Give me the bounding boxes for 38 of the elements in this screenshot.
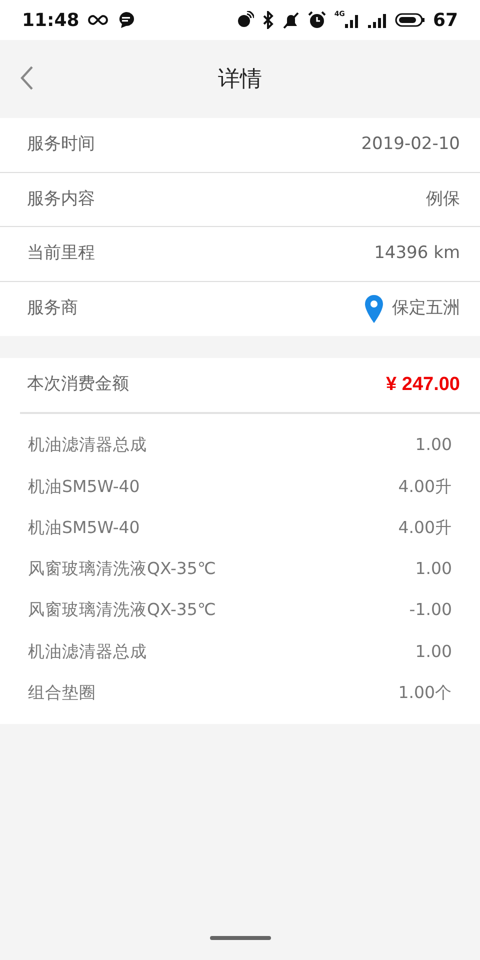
item-quantity: 1.00 <box>415 434 452 456</box>
field-value: 14396 km <box>374 242 460 265</box>
item-name: 机油滤清器总成 <box>28 434 147 456</box>
bell-off-icon <box>282 11 300 29</box>
field-label: 当前里程 <box>27 242 95 265</box>
item-name: 风窗玻璃清洗液QX-35℃ <box>28 599 216 622</box>
item-quantity: 4.00升 <box>398 476 452 498</box>
item-quantity: -1.00 <box>409 599 452 622</box>
battery-level: 67 <box>432 8 458 32</box>
status-time: 11:48 <box>22 8 80 32</box>
back-icon[interactable] <box>20 66 34 90</box>
item-quantity: 4.00升 <box>398 516 452 539</box>
item-quantity: 1.00 <box>415 558 452 580</box>
field-value: 保定五洲 <box>392 297 460 320</box>
field-label: 服务时间 <box>27 133 95 156</box>
page-title: 详情 <box>218 66 262 94</box>
bluetooth-icon <box>262 11 274 29</box>
field-label: 服务内容 <box>27 188 95 210</box>
total-amount: ¥ 247.00 <box>386 372 460 397</box>
home-indicator <box>210 936 271 940</box>
item-name: 机油滤清器总成 <box>28 640 147 663</box>
alarm-clock-icon <box>308 11 326 29</box>
infinity-icon <box>87 14 110 26</box>
signal-icon <box>366 11 387 29</box>
field-value: 2019-02-10 <box>361 133 460 156</box>
item-name: 风窗玻璃清洗液QX-35℃ <box>28 558 216 580</box>
item-quantity: 1.00 <box>415 640 452 663</box>
field-value: 例保 <box>426 188 460 210</box>
total-label: 本次消费金额 <box>27 373 129 396</box>
satellite-dish-icon <box>236 11 254 29</box>
chat-bubble-icon <box>117 11 136 29</box>
battery-icon <box>394 12 425 28</box>
location-pin-icon <box>364 294 384 324</box>
item-name: 机油SM5W-40 <box>28 476 140 498</box>
field-label: 服务商 <box>27 297 78 320</box>
item-quantity: 1.00个 <box>398 682 452 704</box>
item-name: 组合垫圈 <box>28 682 96 704</box>
item-name: 机油SM5W-40 <box>28 516 140 539</box>
